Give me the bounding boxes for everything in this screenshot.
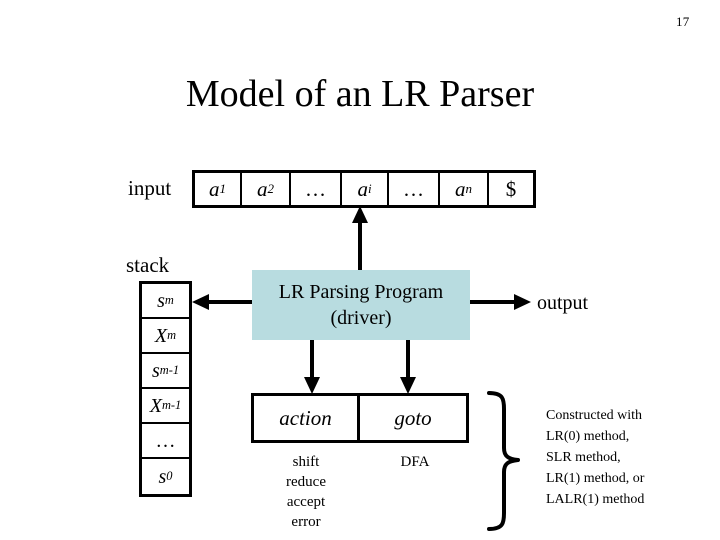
driver-title-line1: LR Parsing Program	[278, 281, 444, 303]
stack-cell-symbol: …	[155, 429, 176, 452]
input-cell-subscript: 1	[219, 181, 226, 197]
stack-cell: Xm-1	[142, 389, 189, 424]
page-number: 17	[676, 14, 690, 29]
stack-cell-symbol: s	[151, 359, 160, 382]
input-cell-symbol: a	[256, 176, 268, 201]
construction-note: Constructed with LR(0) method, SLR metho…	[546, 405, 716, 510]
arrow-left-icon	[192, 294, 252, 310]
action-goto-table: action goto	[251, 393, 469, 443]
input-tape: a1 a2 … ai … an $	[192, 170, 536, 208]
stack-cell-symbol: X	[149, 394, 162, 417]
input-label: input	[128, 176, 172, 200]
action-detail-item: accept	[286, 494, 326, 510]
stack-label: stack	[126, 253, 170, 277]
arrow-down-icon	[400, 340, 416, 394]
stack-cell-subscript: m	[167, 328, 177, 343]
input-cell-symbol: …	[403, 176, 424, 201]
stack-cell: …	[142, 424, 189, 459]
stack-cell: sm	[142, 284, 189, 319]
stack-cell-symbol: s	[157, 289, 165, 312]
page-title: Model of an LR Parser	[185, 73, 535, 115]
input-cell-endmarker: $	[489, 173, 533, 205]
stack-cell-subscript: m-1	[159, 363, 180, 378]
input-cell-symbol: …	[305, 176, 326, 201]
input-cell-subscript: 2	[267, 181, 274, 197]
goto-cell: goto	[360, 396, 466, 440]
slide-canvas: 17 Model of an LR Parser input a1 a2 … a…	[0, 0, 720, 540]
goto-detail-item: DFA	[400, 454, 430, 470]
driver-title-line2: (driver)	[330, 307, 392, 329]
action-detail-item: error	[291, 514, 321, 530]
construction-note-line: LALR(1) method	[546, 492, 645, 507]
input-cell-symbol: a	[357, 176, 368, 201]
action-detail-item: reduce	[286, 474, 326, 490]
stack-cell: s m-1	[142, 354, 189, 389]
input-cell: …	[389, 173, 440, 205]
stack-cell-subscript: 0	[166, 469, 173, 484]
lr-parsing-program-box: LR Parsing Program (driver)	[252, 270, 470, 340]
construction-note-line: SLR method,	[546, 450, 621, 465]
stack-cell: s0	[142, 459, 189, 494]
action-detail-list: shift reduce accept error	[251, 452, 361, 532]
construction-note-line: LR(1) method, or	[546, 471, 645, 486]
construction-note-line: LR(0) method,	[546, 429, 630, 444]
input-cell-symbol: a	[454, 176, 466, 201]
input-cell: a1	[195, 173, 242, 205]
stack-cell: Xm	[142, 319, 189, 354]
stack-cell-subscript: m-1	[161, 398, 182, 413]
input-cell-symbol: $	[505, 176, 517, 201]
stack-cell-symbol: X	[154, 324, 168, 347]
action-cell: action	[254, 396, 360, 440]
output-label: output	[537, 292, 589, 314]
input-cell-subscript: n	[465, 181, 472, 197]
input-cell: an	[440, 173, 489, 205]
input-cell-subscript: i	[367, 181, 372, 197]
stack-cell-subscript: m	[164, 293, 174, 308]
stack-box: sm Xm s m-1 Xm-1 … s0	[139, 281, 192, 497]
action-detail-item: shift	[292, 454, 320, 470]
construction-note-line: Constructed with	[546, 408, 643, 423]
stack-cell-symbol: s	[158, 465, 167, 488]
curly-brace-icon	[487, 391, 520, 531]
input-cell-lookahead: ai	[342, 173, 389, 205]
arrow-right-icon	[470, 294, 531, 310]
input-cell-symbol: a	[208, 176, 220, 201]
arrow-down-icon	[304, 340, 320, 394]
input-cell: a2	[242, 173, 291, 205]
arrow-up-icon	[352, 206, 368, 270]
input-cell: …	[291, 173, 342, 205]
goto-detail-list: DFA	[362, 452, 468, 472]
